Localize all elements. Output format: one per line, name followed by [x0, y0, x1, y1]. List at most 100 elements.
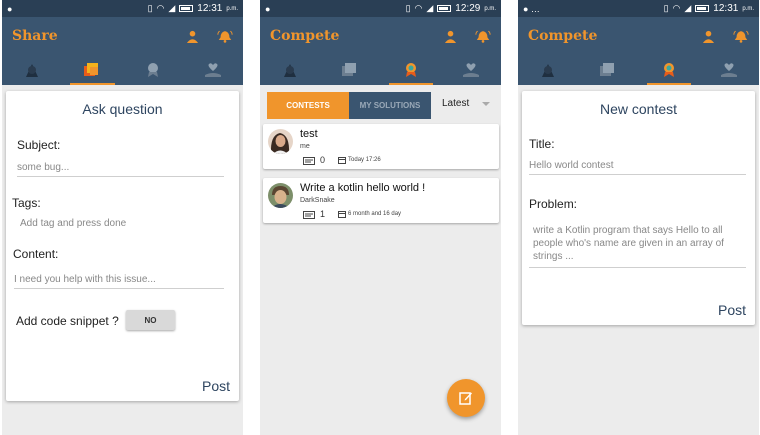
contest-meta: 0 Today 17:26 — [303, 155, 381, 165]
status-ampm: p.m. — [226, 5, 238, 12]
tab-feed[interactable] — [260, 55, 320, 85]
status-bar: ● ▯ ◠ ◢ 12:31 p.m. — [2, 0, 243, 17]
vibrate-icon: ▯ — [405, 3, 411, 13]
share-screen: ● ▯ ◠ ◢ 12:31 p.m. Share Ask question Su… — [2, 0, 243, 435]
status-time: 12:31 — [197, 3, 223, 14]
vibrate-icon: ▯ — [147, 3, 153, 13]
battery-icon — [437, 5, 452, 12]
tab-compete[interactable] — [381, 55, 441, 85]
problem-label: Problem: — [529, 197, 578, 211]
code-snippet-toggle[interactable]: NO — [126, 310, 175, 330]
compete-icon — [663, 63, 674, 77]
contest-list-item[interactable]: Write a kotlin hello world ! DarkSnake 1… — [263, 178, 499, 223]
content-field[interactable]: I need you help with this issue... — [14, 274, 224, 289]
ask-question-card: Ask question Subject: some bug... Tags: … — [6, 91, 239, 401]
tags-field[interactable]: Add tag and press done — [20, 218, 126, 232]
feed-icon — [542, 64, 555, 77]
tab-share[interactable] — [62, 55, 122, 85]
compete-screen: ● ▯ ◠ ◢ 12:29 p.m. Compete CONTESTS MY S… — [260, 0, 501, 435]
avatar — [268, 183, 293, 208]
post-button[interactable]: Post — [718, 302, 746, 318]
new-contest-screen: ● … ▯ ◠ ◢ 12:31 p.m. Compete New contest… — [518, 0, 759, 435]
signal-icon: ◢ — [684, 3, 692, 13]
tab-contests[interactable]: CONTESTS — [267, 92, 349, 119]
app-title: Compete — [270, 28, 340, 44]
subject-field[interactable]: some bug... — [17, 162, 224, 177]
contest-segment-control: CONTESTS MY SOLUTIONS — [267, 92, 431, 119]
profile-tab-icon — [720, 63, 737, 77]
compete-icon — [147, 63, 158, 77]
new-contest-card: New contest Title: Hello world contest P… — [522, 91, 755, 325]
contest-author: me — [300, 143, 310, 150]
profile-tab-icon — [462, 63, 479, 77]
status-time: 12:29 — [455, 3, 481, 14]
app-bar: Compete — [518, 17, 759, 55]
contest-date: 6 month and 16 day — [348, 211, 402, 217]
android-icon: ● — [265, 3, 271, 14]
profile-tab-icon — [204, 63, 221, 77]
tab-share[interactable] — [578, 55, 638, 85]
signal-icon: ◢ — [168, 3, 176, 13]
tab-profile[interactable] — [441, 55, 501, 85]
calendar-icon — [338, 157, 347, 164]
form-title: Ask question — [82, 101, 163, 117]
share-icon — [84, 63, 99, 76]
notifications-icon[interactable] — [475, 30, 491, 43]
android-icon: ● — [7, 3, 13, 14]
wifi-icon: ◠ — [156, 3, 165, 13]
form-title: New contest — [599, 101, 678, 117]
subject-label: Subject: — [17, 138, 61, 152]
tab-compete[interactable] — [639, 55, 699, 85]
solutions-icon — [303, 156, 315, 165]
tab-feed[interactable] — [2, 55, 62, 85]
problem-field[interactable]: write a Kotlin program that says Hello t… — [529, 224, 746, 268]
status-bar: ● ▯ ◠ ◢ 12:29 p.m. — [260, 0, 501, 17]
wifi-icon: ◠ — [414, 3, 423, 13]
notifications-icon[interactable] — [217, 30, 233, 43]
profile-icon[interactable] — [444, 30, 457, 43]
app-title: Share — [12, 28, 58, 44]
tab-profile[interactable] — [183, 55, 243, 85]
contest-meta: 1 6 month and 16 day — [303, 209, 401, 219]
profile-icon[interactable] — [186, 30, 199, 43]
content-label: Content: — [13, 247, 59, 261]
chevron-down-icon[interactable] — [482, 102, 490, 106]
tab-feed[interactable] — [518, 55, 578, 85]
tab-compete[interactable] — [123, 55, 183, 85]
compete-icon — [405, 63, 416, 77]
status-ampm: p.m. — [484, 5, 496, 12]
tab-profile[interactable] — [699, 55, 759, 85]
new-contest-fab[interactable] — [447, 379, 485, 417]
calendar-icon — [338, 211, 347, 218]
solutions-icon — [303, 210, 315, 219]
wifi-icon: ◠ — [672, 3, 681, 13]
solutions-count: 0 — [320, 155, 326, 165]
vibrate-icon: ▯ — [663, 3, 669, 13]
status-bar: ● … ▯ ◠ ◢ 12:31 p.m. — [518, 0, 759, 17]
battery-icon — [695, 5, 710, 12]
feed-icon — [26, 64, 39, 77]
tab-my-solutions[interactable]: MY SOLUTIONS — [349, 92, 431, 119]
status-time: 12:31 — [713, 3, 739, 14]
signal-icon: ◢ — [426, 3, 434, 13]
bottom-tabs — [518, 55, 759, 85]
bottom-tabs — [260, 55, 501, 85]
feed-icon — [284, 64, 297, 77]
share-icon — [600, 63, 615, 76]
notifications-icon[interactable] — [733, 30, 749, 43]
contest-list-item[interactable]: test me 0 Today 17:26 — [263, 124, 499, 169]
status-ampm: p.m. — [742, 5, 754, 12]
post-button[interactable]: Post — [202, 378, 230, 394]
edit-icon — [459, 392, 472, 405]
battery-icon — [179, 5, 194, 12]
avatar — [268, 129, 293, 154]
title-field[interactable]: Hello world contest — [529, 160, 746, 175]
contest-date: Today 17:26 — [348, 157, 381, 163]
sort-dropdown[interactable]: Latest — [442, 98, 469, 109]
tab-share[interactable] — [320, 55, 380, 85]
solutions-count: 1 — [320, 209, 326, 219]
profile-icon[interactable] — [702, 30, 715, 43]
code-snippet-label: Add code snippet ? — [16, 314, 119, 328]
app-bar: Compete — [260, 17, 501, 55]
app-bar: Share — [2, 17, 243, 55]
